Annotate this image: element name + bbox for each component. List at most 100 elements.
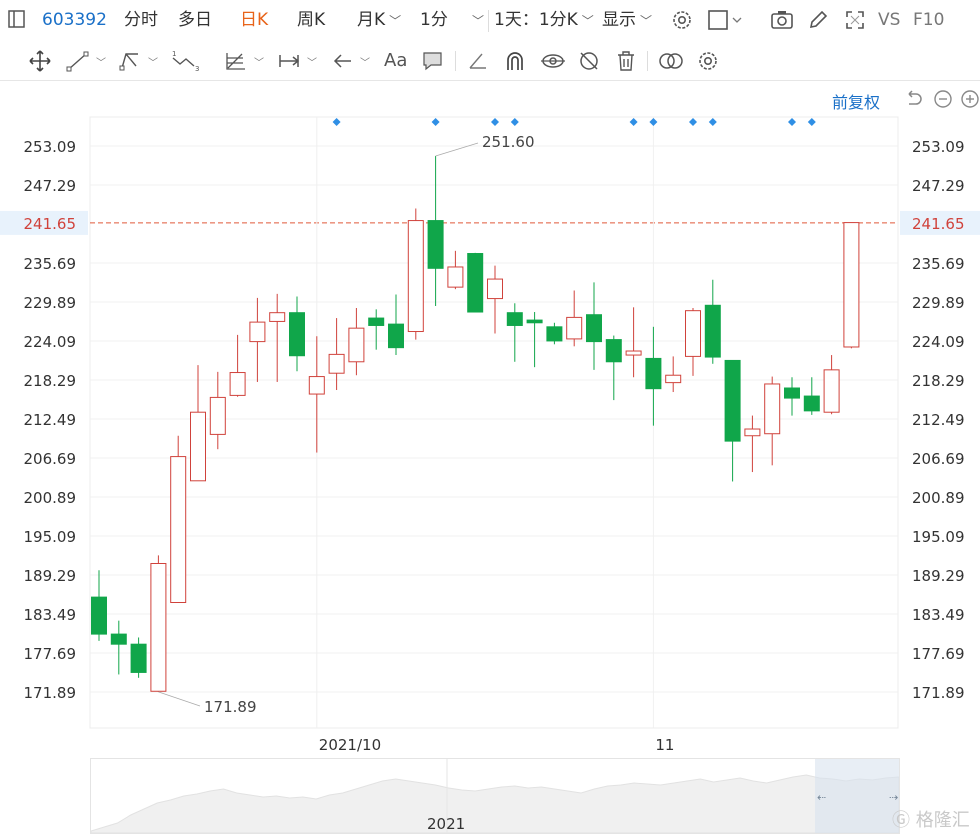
candle-body — [249, 321, 266, 343]
y-tick-label-right: 224.09 — [912, 333, 965, 351]
y-tick-label-left: 235.69 — [24, 255, 77, 273]
y-tick-label-right: 183.49 — [912, 606, 965, 624]
candle-body — [605, 339, 622, 363]
event-marker — [431, 118, 440, 126]
y-tick-label-left: 241.65 — [24, 215, 77, 233]
candle-body — [803, 395, 820, 412]
event-marker — [629, 118, 638, 126]
event-marker — [332, 118, 341, 126]
candle — [427, 156, 444, 306]
candle — [506, 303, 523, 362]
y-tick-label-right: 253.09 — [912, 138, 965, 156]
y-tick-label-left: 177.69 — [24, 645, 77, 663]
event-marker — [807, 118, 816, 126]
x-tick-label: 2021/10 — [319, 736, 381, 754]
candle-body — [368, 317, 385, 326]
y-tick-label-left: 195.09 — [24, 528, 77, 546]
y-tick-label-left: 229.89 — [24, 294, 77, 312]
y-axis-left: 253.09 247.29 241.65 235.69 229.89 224.09 218.… — [0, 138, 88, 702]
candle-body — [348, 327, 365, 363]
candle — [110, 620, 127, 675]
candle — [130, 637, 147, 678]
navigator-handle-left: ⇠ — [817, 791, 826, 804]
y-tick-label-right: 200.89 — [912, 489, 965, 507]
y-axis-right: 253.09 247.29 241.65 235.69 229.89 224.09 218.… — [900, 138, 980, 702]
watermark-logo: Ⓖ 格隆汇 — [892, 810, 970, 831]
candle — [467, 252, 484, 313]
candle-body — [487, 278, 503, 300]
y-tick-label-left: 200.89 — [24, 489, 77, 507]
candle — [784, 377, 800, 416]
candle-body — [546, 326, 563, 342]
candle-body — [843, 222, 860, 348]
candle-body — [526, 319, 543, 324]
candles — [91, 156, 860, 692]
y-tick-label-left: 247.29 — [24, 177, 77, 195]
candle-body — [328, 353, 345, 374]
navigator-year-label: 2021 — [427, 815, 465, 833]
candle — [229, 334, 246, 397]
candle — [625, 307, 642, 378]
candle — [209, 371, 226, 450]
y-tick-label-right: 195.09 — [912, 528, 965, 546]
candle-body — [190, 411, 206, 482]
candle-body — [566, 316, 583, 340]
candle — [407, 208, 424, 340]
event-markers — [332, 118, 816, 126]
candle — [586, 282, 602, 370]
candle-body — [685, 310, 701, 357]
navigator-handle-right: ⇢ — [889, 791, 898, 804]
candle — [744, 415, 761, 473]
candle-body — [645, 357, 662, 390]
y-tick-label-left: 224.09 — [24, 333, 77, 351]
navigator-selection — [815, 759, 899, 833]
y-tick-label-left: 206.69 — [24, 450, 77, 468]
candle — [328, 318, 345, 391]
candle — [249, 297, 266, 382]
event-marker — [708, 118, 717, 126]
candle — [190, 365, 206, 482]
candle-body — [625, 350, 642, 356]
low-leader-line — [158, 691, 201, 707]
x-axis: 2021/10 11 — [319, 736, 675, 754]
candle-body — [447, 266, 464, 288]
low-price-label: 171.89 — [204, 698, 257, 716]
y-tick-label-left: 218.29 — [24, 372, 77, 390]
candle-body — [388, 323, 404, 349]
x-tick-label: 11 — [655, 736, 674, 754]
candle — [803, 377, 820, 415]
candle-body — [150, 563, 167, 692]
y-tick-label-right: 171.89 — [912, 684, 965, 702]
candle-body — [823, 369, 840, 413]
event-marker — [491, 118, 499, 126]
candle-body — [110, 633, 127, 645]
candle — [150, 555, 167, 692]
y-tick-label-left: 212.49 — [24, 411, 77, 429]
time-navigator[interactable]: ⇠ ⇢ 2021 — [90, 758, 900, 834]
y-tick-label-left: 253.09 — [24, 138, 77, 156]
navigator-area-chart: ⇠ ⇢ 2021 — [90, 759, 900, 834]
candle — [368, 309, 385, 350]
candle — [566, 290, 583, 347]
candle-body — [744, 428, 761, 437]
candle — [348, 307, 365, 376]
y-tick-label-right: 218.29 — [912, 372, 965, 390]
candlestick-chart[interactable]: 253.09 247.29 241.65 235.69 229.89 224.09 218.… — [0, 0, 980, 835]
candle-body — [665, 374, 682, 384]
candle — [289, 296, 305, 372]
candle-body — [289, 312, 305, 357]
candle — [605, 335, 622, 401]
candle-body — [308, 376, 325, 395]
y-tick-label-right: 206.69 — [912, 450, 965, 468]
candle — [724, 359, 741, 482]
candle-body — [764, 383, 781, 435]
y-tick-label-right: 229.89 — [912, 294, 965, 312]
candle-body — [229, 372, 246, 396]
candle-body — [586, 314, 602, 343]
candle — [447, 250, 464, 290]
candle-body — [467, 253, 484, 313]
candle — [526, 312, 543, 368]
candle — [170, 435, 187, 604]
y-tick-label-right: 212.49 — [912, 411, 965, 429]
candle-body — [130, 643, 147, 673]
